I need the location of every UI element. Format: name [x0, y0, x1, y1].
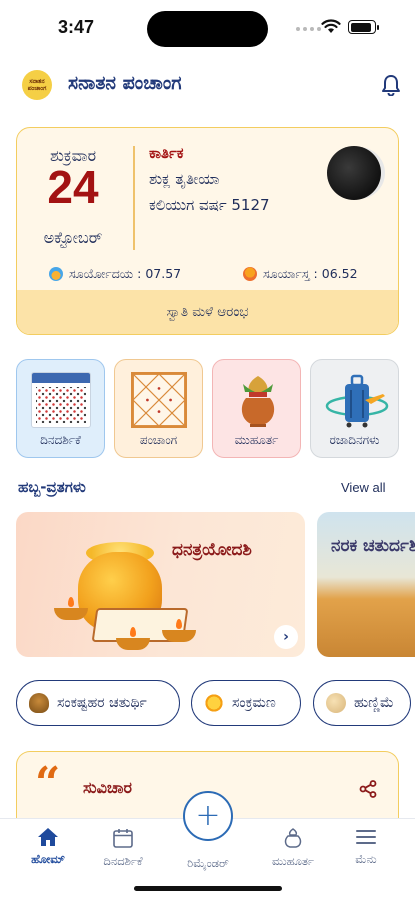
- logo-text: ಸನಾತನ ಪಂಚಾಂಗ: [27, 78, 47, 92]
- travel-bag-icon: [325, 374, 389, 428]
- sunrise-icon: [49, 267, 63, 281]
- kaliyuga-year: ಕಲಿಯುಗ ವರ್ಷ 5127: [149, 196, 270, 214]
- tab-muhurta-label: ಮುಹೂರ್ತ: [272, 854, 314, 868]
- tile-muhurta[interactable]: ಮುಹೂರ್ತ: [212, 359, 301, 458]
- kundli-chart-icon: [131, 372, 187, 428]
- sunrise-row: ಸೂರ್ಯೋದಯ : 07.57: [49, 266, 181, 282]
- tile-holidays[interactable]: ರಜಾದಿನಗಳು: [310, 359, 399, 458]
- home-indicator: [134, 886, 282, 891]
- tile-holidays-label: ರಜಾದಿನಗಳು: [329, 433, 380, 447]
- flame-image: [68, 597, 74, 607]
- tile-calendar-label: ದಿನದರ್ಶಿಕೆ: [40, 433, 81, 447]
- sun-icon: [204, 693, 224, 713]
- dynamic-island: [147, 11, 268, 47]
- diya-image: [54, 608, 88, 620]
- battery-icon: [348, 20, 379, 34]
- sunset-text: ಸೂರ್ಯಾಸ್ತ : 06.52: [263, 266, 358, 281]
- modak-icon: [29, 693, 49, 713]
- pill-sankramana[interactable]: ಸಂಕ್ರಮಣ: [191, 680, 301, 726]
- pill-label: ಹುಣ್ಣಿಮೆ: [354, 695, 394, 711]
- chevron-right-icon[interactable]: ›: [274, 625, 298, 649]
- tile-panchanga-label: ಪಂಚಾಂಗ: [139, 433, 178, 447]
- calendar-icon: [31, 372, 91, 428]
- sunset-icon: [243, 267, 257, 281]
- sunrise-text: ಸೂರ್ಯೋದಯ : 07.57: [69, 266, 182, 281]
- home-icon: [38, 828, 58, 846]
- app-logo: ಸನಾತನ ಪಂಚಾಂಗ: [22, 70, 52, 100]
- tab-reminder[interactable]: ರಿಮೈಂಡರ್: [168, 851, 248, 871]
- menu-icon: [356, 830, 376, 844]
- tab-calendar-label: ದಿನದರ್ಶಿಕೆ: [103, 854, 143, 868]
- kalash-icon: [284, 828, 302, 848]
- festival-name: ಧನತ್ರಯೋದಶಿ: [172, 540, 252, 560]
- calendar-icon: [113, 829, 133, 848]
- festival-card[interactable]: ನರಕ ಚತುರ್ದಶಿ: [317, 512, 415, 657]
- month-name: ಅಕ್ಟೋಬರ್: [43, 228, 103, 247]
- pill-sankashti-chaturthi[interactable]: ಸಂಕಷ್ಟಹರ ಚತುರ್ಥಿ: [16, 680, 180, 726]
- quote-icon: “: [35, 758, 61, 809]
- diya-image: [116, 638, 150, 650]
- add-reminder-button[interactable]: +: [183, 791, 233, 841]
- wifi-icon: [321, 19, 341, 33]
- flame-image: [130, 627, 136, 637]
- pill-label: ಸಂಕ್ರಮಣ: [232, 695, 276, 711]
- status-time: 3:47: [58, 17, 95, 37]
- day-number: 24: [47, 161, 99, 213]
- card-divider: [133, 146, 135, 250]
- signal-dots-icon: [296, 27, 321, 31]
- tithi: ಶುಕ್ಲ ತೃತೀಯಾ: [149, 170, 220, 188]
- app-title: ಸನಾತನ ಪಂಚಾಂಗ: [68, 72, 182, 94]
- festival-card[interactable]: ಧನತ್ರಯೋದಶಿ ›: [16, 512, 305, 657]
- festivals-view-all-link[interactable]: View all: [341, 480, 386, 495]
- status-bar: 3:47: [0, 0, 415, 56]
- suvichara-title: ಸುವಿಚಾರ: [83, 778, 132, 797]
- today-event-text: ಸ್ವಾತಿ ಮಳೆ ಆರಂಭ: [166, 304, 249, 320]
- today-event-band: ಸ್ವಾತಿ ಮಳೆ ಆರಂಭ: [17, 290, 398, 334]
- tab-home[interactable]: ಹೋಮ್: [8, 827, 88, 867]
- tab-home-label: ಹೋಮ್: [31, 852, 65, 866]
- tab-menu-label: ಮೆನು: [355, 852, 377, 866]
- tab-menu[interactable]: ಮೆನು: [326, 827, 406, 867]
- share-icon[interactable]: [359, 780, 377, 798]
- festivals-section-title: ಹಬ್ಬ-ವ್ರತಗಳು: [18, 478, 86, 496]
- pill-label: ಸಂಕಷ್ಟಹರ ಚತುರ್ಥಿ: [57, 695, 147, 711]
- masa-name: ಕಾರ್ತಿಕ: [149, 144, 184, 162]
- tile-muhurta-label: ಮುಹೂರ್ತ: [234, 433, 279, 447]
- festival-name: ನರಕ ಚತುರ್ದಶಿ: [331, 536, 415, 556]
- app-header: ಸನಾತನ ಪಂಚಾಂಗ ಸನಾತನ ಪಂಚಾಂಗ: [0, 66, 415, 104]
- bell-icon[interactable]: [381, 74, 401, 96]
- tab-calendar[interactable]: ದಿನದರ್ಶಿಕೆ: [83, 827, 163, 869]
- today-panchanga-card[interactable]: ಶುಕ್ರವಾರ 24 ಅಕ್ಟೋಬರ್ ಕಾರ್ತಿಕ ಶುಕ್ಲ ತೃತೀಯ…: [16, 127, 399, 335]
- tile-panchanga[interactable]: ಪಂಚಾಂಗ: [114, 359, 203, 458]
- kalash-icon: [241, 376, 275, 427]
- sunset-row: ಸೂರ್ಯಾಸ್ತ : 06.52: [243, 266, 358, 282]
- full-moon-icon: [326, 693, 346, 713]
- pill-hunnime[interactable]: ಹುಣ್ಣಿಮೆ: [313, 680, 411, 726]
- tab-muhurta[interactable]: ಮುಹೂರ್ತ: [253, 827, 333, 869]
- moon-phase-icon: [327, 146, 381, 200]
- tab-reminder-label: ರಿಮೈಂಡರ್: [187, 856, 229, 870]
- tile-calendar[interactable]: ದಿನದರ್ಶಿಕೆ: [16, 359, 105, 458]
- flame-image: [176, 619, 182, 629]
- diya-image: [162, 630, 196, 642]
